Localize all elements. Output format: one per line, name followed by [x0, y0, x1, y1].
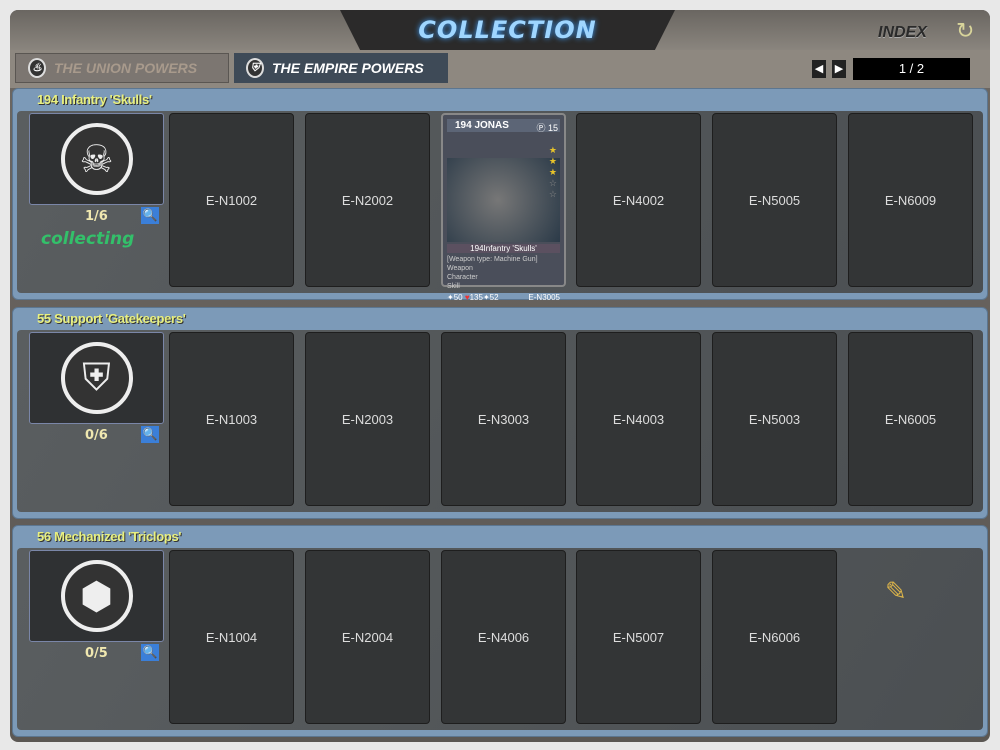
desc-line: Skill [447, 283, 460, 290]
unit-section: 55 Support 'Gatekeepers' ⛨ 0/6 🔍 E-N1003 E… [12, 307, 988, 519]
card-slot[interactable]: E-N1002 [169, 113, 294, 287]
desc-line: Weapon [447, 265, 473, 272]
card-stats: ✦50 ♥135✦52 E-N3005 [447, 293, 560, 302]
card-code: E-N3005 [528, 293, 560, 302]
unit-emblem-icon: ⛨ [60, 342, 133, 414]
card-cost: Ⓟ 15 [536, 123, 558, 133]
pencil-icon[interactable]: ✎ [885, 576, 907, 607]
index-button[interactable]: INDEX [878, 24, 927, 42]
page-title: COLLECTION [418, 16, 597, 44]
unit-section: 194 Infantry 'Skulls' ☠ 1/6 🔍 collecting E… [12, 88, 988, 302]
defense-value: 52 [489, 293, 499, 302]
magnifier-icon[interactable]: 🔍 [141, 207, 159, 224]
card-artwork [447, 158, 560, 242]
owned-card[interactable]: 194 JONAS Ⓟ 15 ★ ★ ★ ☆ ☆ 194Infantry 'Skulls… [441, 113, 566, 302]
card-unit: 194Infantry 'Skulls' [447, 244, 560, 253]
tab-union-powers[interactable]: ♨ THE UNION POWERS [15, 53, 229, 83]
refresh-icon[interactable]: ↻ [956, 18, 974, 44]
card-slot[interactable]: E-N6006 [712, 550, 837, 724]
unit-emblem-box[interactable]: ⛨ [29, 332, 164, 424]
collection-count: 0/5 [85, 646, 108, 661]
card-slot[interactable]: E-N6009 [848, 113, 973, 287]
unit-emblem-box[interactable]: ☠ [29, 113, 164, 205]
magnifier-icon[interactable]: 🔍 [141, 426, 159, 443]
star-rating: ★ ★ ★ ☆ ☆ [548, 145, 557, 199]
card-slot[interactable]: E-N4003 [576, 332, 701, 506]
tab-bar: ♨ THE UNION POWERS ⛨ THE EMPIRE POWERS ◀ ▶… [10, 50, 990, 88]
card-slot[interactable]: E-N5003 [712, 332, 837, 506]
section-title: 55 Support 'Gatekeepers' [37, 311, 186, 326]
weapon-type: [Weapon type: Machine Gun] [447, 256, 538, 263]
hp-value: 135 [469, 293, 483, 302]
cost-value: 15 [547, 123, 558, 133]
magnifier-icon[interactable]: 🔍 [141, 644, 159, 661]
tab-label: THE UNION POWERS [54, 60, 198, 76]
unit-section: 56 Mechanized 'Triclops' ⬢ 0/5 🔍 E-N1004 E… [12, 525, 988, 737]
collection-window: COLLECTION INDEX ↻ ♨ THE UNION POWERS ⛨ TH… [10, 10, 990, 742]
card-slot[interactable]: E-N4006 [441, 550, 566, 724]
unit-emblem-icon: ⬢ [60, 560, 133, 632]
attack-value: 50 [453, 293, 463, 302]
section-title: 194 Infantry 'Skulls' [37, 92, 152, 107]
page-indicator: 1 / 2 [853, 58, 970, 80]
card-slot[interactable]: E-N6005 [848, 332, 973, 506]
section-body: ☠ 1/6 🔍 collecting E-N1002 E-N2002 194 JONA… [17, 111, 983, 302]
prev-page-button[interactable]: ◀ [812, 60, 826, 78]
desc-line: Character [447, 274, 478, 281]
collection-count: 1/6 [85, 209, 108, 224]
card-slot[interactable]: E-N2004 [305, 550, 430, 724]
tab-empire-powers[interactable]: ⛨ THE EMPIRE POWERS [234, 53, 448, 83]
card-slot[interactable]: E-N1004 [169, 550, 294, 724]
section-body: ⛨ 0/6 🔍 E-N1003 E-N2003 E-N3003 E-N4003 E-N50… [17, 330, 983, 512]
card-slot[interactable]: E-N2002 [305, 113, 430, 287]
card-description: [Weapon type: Machine Gun] Weapon Characte… [447, 255, 560, 291]
card-slot[interactable]: E-N2003 [305, 332, 430, 506]
shield-icon: ⛨ [246, 58, 264, 78]
section-body: ⬢ 0/5 🔍 E-N1004 E-N2004 E-N4006 E-N5007 E-N60… [17, 548, 983, 730]
card-slot[interactable]: E-N5007 [576, 550, 701, 724]
section-title: 56 Mechanized 'Triclops' [37, 529, 182, 544]
card-slot[interactable]: E-N1003 [169, 332, 294, 506]
next-page-button[interactable]: ▶ [832, 60, 846, 78]
unit-emblem-box[interactable]: ⬢ [29, 550, 164, 642]
collecting-status: collecting [41, 229, 135, 249]
collection-count: 0/6 [85, 428, 108, 443]
unit-emblem-icon: ☠ [60, 123, 133, 195]
tab-label: THE EMPIRE POWERS [272, 60, 424, 76]
card-slot[interactable]: E-N5005 [712, 113, 837, 287]
flame-icon: ♨ [28, 58, 46, 78]
card-slot[interactable]: E-N4002 [576, 113, 701, 287]
card-slot[interactable]: E-N3003 [441, 332, 566, 506]
